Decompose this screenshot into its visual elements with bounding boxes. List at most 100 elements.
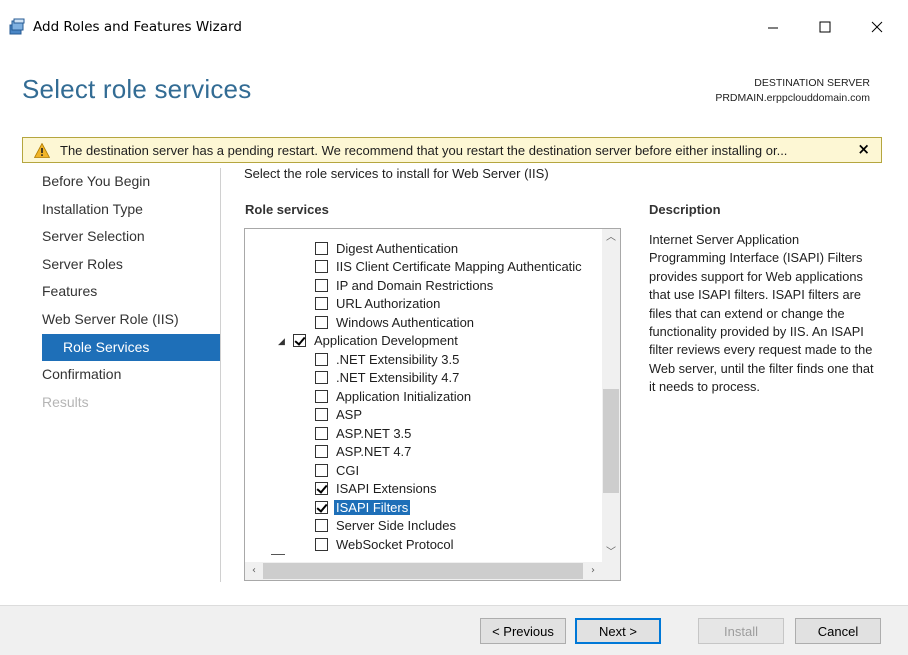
nav-divider: [220, 168, 221, 582]
clipped-row-remnant: [271, 554, 285, 555]
checkbox[interactable]: [315, 315, 328, 329]
tree-item[interactable]: IIS Client Certificate Mapping Authentic…: [315, 258, 582, 277]
description-header: Description: [649, 202, 721, 217]
nav-item-server-roles[interactable]: Server Roles: [42, 251, 220, 279]
cancel-button[interactable]: Cancel: [795, 618, 881, 644]
tree-item-label: IP and Domain Restrictions: [336, 277, 494, 293]
checkbox[interactable]: [315, 537, 328, 551]
destination-server-label: DESTINATION SERVER: [754, 77, 870, 89]
tree-item[interactable]: .NET Extensibility 3.5: [315, 350, 459, 369]
tree-item-label: .NET Extensibility 3.5: [336, 351, 460, 367]
checkbox[interactable]: [315, 297, 328, 311]
role-services-header: Role services: [245, 202, 329, 217]
tree-item[interactable]: URL Authorization: [315, 295, 440, 314]
tree-item-label: IIS Client Certificate Mapping Authentic…: [336, 259, 582, 275]
clipped-row-remnant: [293, 228, 493, 229]
close-button[interactable]: [854, 10, 900, 44]
nav-item-role-services[interactable]: Role Services: [42, 333, 220, 362]
server-manager-icon: [9, 18, 25, 35]
maximize-icon: [819, 21, 831, 33]
tree-item[interactable]: .NET Extensibility 4.7: [315, 369, 459, 388]
maximize-button[interactable]: [802, 10, 848, 44]
wizard-footer: < Previous Next > Install Cancel: [0, 605, 908, 655]
warning-text: The destination server has a pending res…: [60, 142, 788, 158]
intro-text: Select the role services to install for …: [244, 166, 549, 181]
checkbox[interactable]: [315, 371, 328, 385]
page-title: Select role services: [22, 74, 252, 104]
tree-item[interactable]: Digest Authentication: [315, 239, 458, 258]
destination-server: DESTINATION SERVER PRDMAIN.erppclouddoma…: [715, 76, 870, 106]
tree-item-label: ASP: [336, 407, 363, 423]
horizontal-scrollbar[interactable]: ‹ ›: [245, 562, 620, 580]
tree-item-label: CGI: [336, 462, 360, 478]
checkbox[interactable]: [315, 463, 328, 477]
minimize-button[interactable]: [750, 10, 796, 44]
nav-item-confirmation[interactable]: Confirmation: [42, 361, 220, 389]
title-bar: Add Roles and Features Wizard: [0, 0, 908, 50]
tree-item[interactable]: ASP: [315, 406, 362, 425]
tree-item[interactable]: IP and Domain Restrictions: [315, 276, 493, 295]
scroll-left-icon[interactable]: ‹: [245, 562, 263, 580]
close-icon: [871, 21, 883, 33]
tree-item-label: ASP.NET 3.5: [336, 425, 412, 441]
role-services-tree[interactable]: Digest Authentication IIS Client Certifi…: [244, 228, 621, 581]
warning-close-icon[interactable]: ×: [857, 140, 870, 158]
tree-item[interactable]: ASP.NET 4.7: [315, 443, 411, 462]
checkbox[interactable]: [293, 334, 306, 348]
checkbox[interactable]: [315, 426, 328, 440]
checkbox[interactable]: [315, 352, 328, 366]
checkbox[interactable]: [315, 482, 328, 496]
checkbox[interactable]: [315, 241, 328, 255]
scroll-down-icon[interactable]: ﹀: [602, 544, 620, 562]
tree-item-label: Server Side Includes: [336, 518, 456, 534]
checkbox[interactable]: [315, 260, 328, 274]
scroll-right-icon[interactable]: ›: [584, 562, 602, 580]
nav-item-server-selection[interactable]: Server Selection: [42, 223, 220, 251]
tree-item[interactable]: WebSocket Protocol: [315, 535, 454, 554]
checkbox[interactable]: [315, 445, 328, 459]
checkbox[interactable]: [315, 500, 328, 514]
nav-item-web-server-role[interactable]: Web Server Role (IIS): [42, 306, 220, 334]
scroll-thumb[interactable]: [603, 389, 619, 493]
scroll-thumb-horizontal[interactable]: [263, 563, 583, 579]
nav-item-results: Results: [42, 393, 89, 410]
vertical-scrollbar[interactable]: ︿ ﹀: [602, 229, 620, 562]
pending-restart-warning: The destination server has a pending res…: [22, 137, 882, 163]
checkbox[interactable]: [315, 519, 328, 533]
tree-item-label: Application Initialization: [336, 388, 472, 404]
next-button[interactable]: Next >: [575, 618, 661, 644]
tree-item-label: Application Development: [314, 333, 458, 349]
nav-item-features[interactable]: Features: [42, 278, 220, 306]
wizard-steps-nav: Before You Begin Installation Type Serve…: [42, 168, 220, 416]
window-title: Add Roles and Features Wizard: [33, 19, 242, 35]
nav-item-before-you-begin[interactable]: Before You Begin: [42, 168, 220, 196]
tree-item[interactable]: ◢ Application Development: [278, 332, 458, 351]
tree-item-label: Digest Authentication: [336, 240, 459, 256]
nav-item-installation-type[interactable]: Installation Type: [42, 196, 220, 224]
warning-icon: [34, 142, 50, 158]
tree-item[interactable]: CGI: [315, 461, 359, 480]
tree-item-label: WebSocket Protocol: [336, 536, 454, 552]
tree-item[interactable]: Windows Authentication: [315, 313, 474, 332]
checkbox[interactable]: [315, 278, 328, 292]
minimize-icon: [768, 27, 778, 29]
tree-item-selected[interactable]: ISAPI Filters: [315, 498, 411, 517]
tree-item-label: Windows Authentication: [336, 314, 475, 330]
tree-item-label: URL Authorization: [336, 296, 441, 312]
scroll-up-icon[interactable]: ︿: [602, 229, 620, 247]
tree-item-label: ISAPI Filters: [334, 499, 411, 515]
collapse-arrow-icon[interactable]: ◢: [278, 336, 285, 347]
description-text: Internet Server Application Programming …: [649, 232, 874, 395]
checkbox[interactable]: [315, 408, 328, 422]
tree-item-label: ASP.NET 4.7: [336, 444, 412, 460]
previous-button[interactable]: < Previous: [480, 618, 566, 644]
install-button: Install: [698, 618, 784, 644]
destination-server-name: PRDMAIN.erppclouddomain.com: [715, 92, 870, 104]
tree-item-label: ISAPI Extensions: [336, 481, 437, 497]
checkbox[interactable]: [315, 389, 328, 403]
tree-item-label: .NET Extensibility 4.7: [336, 370, 460, 386]
tree-item[interactable]: Application Initialization: [315, 387, 471, 406]
tree-item[interactable]: ASP.NET 3.5: [315, 424, 411, 443]
tree-item[interactable]: Server Side Includes: [315, 517, 456, 536]
tree-item[interactable]: ISAPI Extensions: [315, 480, 436, 499]
